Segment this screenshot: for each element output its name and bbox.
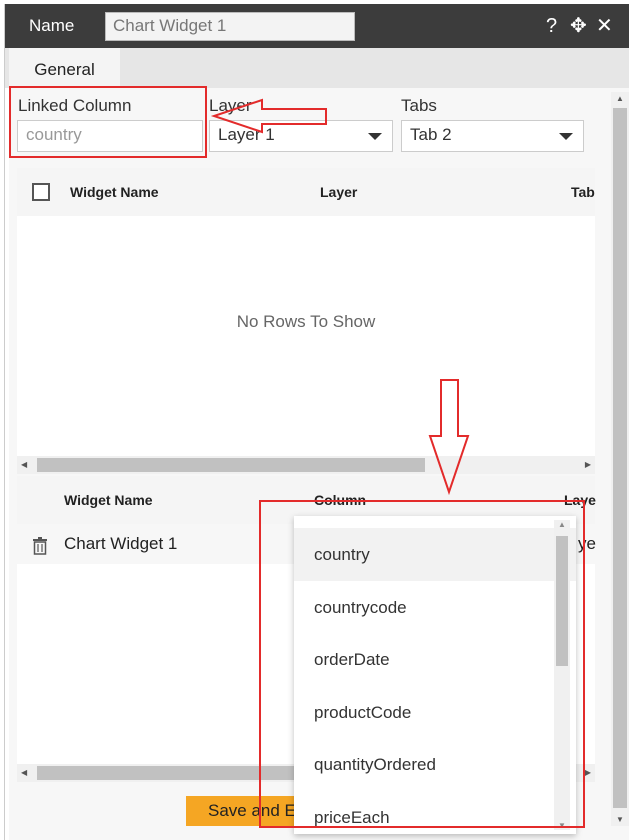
- arrow-left-icon: [210, 98, 327, 134]
- arrow-down-icon: [428, 379, 470, 496]
- annotation-arrows: [210, 98, 470, 496]
